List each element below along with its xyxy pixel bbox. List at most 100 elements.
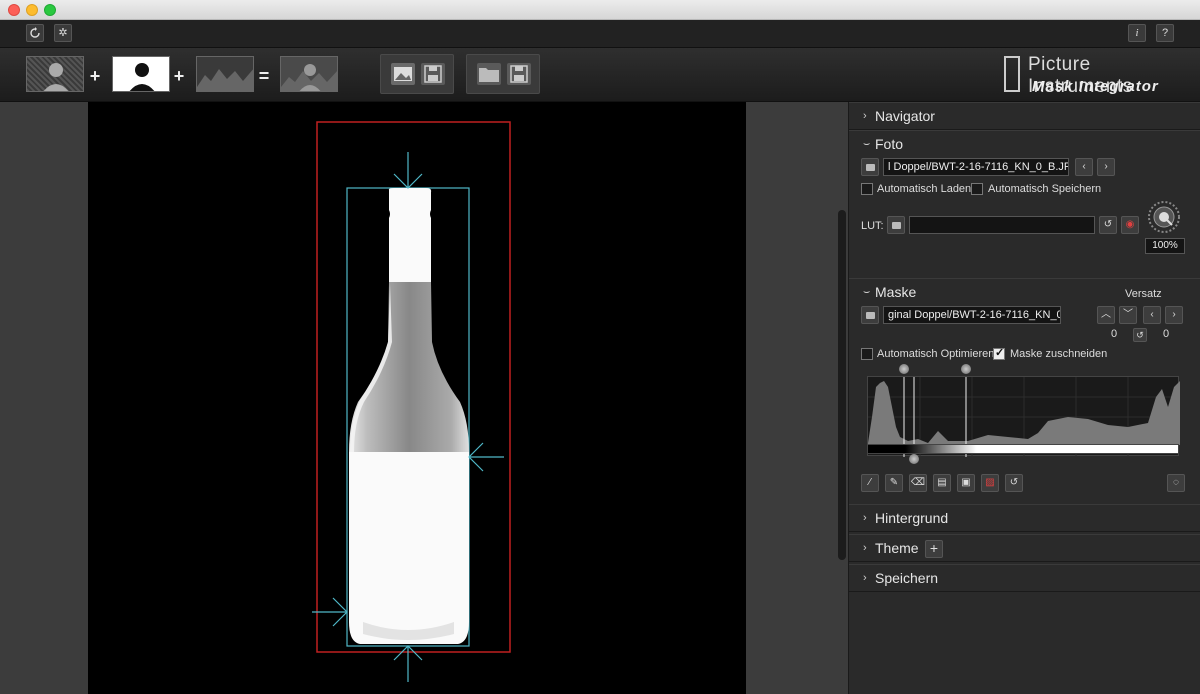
section-title: Hintergrund — [875, 510, 949, 526]
lut-open-button[interactable] — [887, 216, 905, 234]
chevron-right-icon: › — [1104, 161, 1108, 172]
section-foto[interactable]: ⌣ Foto — [849, 130, 1200, 158]
person-icon — [43, 63, 69, 91]
chevron-up-icon: ︿ — [1101, 309, 1111, 320]
eraser-tool-button[interactable]: ⌫ — [909, 474, 927, 492]
chevron-left-icon: ‹ — [1082, 161, 1086, 172]
mask-open-button[interactable] — [861, 306, 879, 324]
chevron-down-icon: ⌣ — [863, 138, 871, 150]
lut-visibility-button[interactable]: ◉ — [1121, 216, 1139, 234]
mask-input-thumbnail[interactable] — [112, 56, 170, 92]
reset-icon: ↺ — [1103, 219, 1113, 230]
lut-reset-button[interactable]: ↺ — [1099, 216, 1117, 234]
open-project-button[interactable] — [477, 63, 501, 85]
landscape-icon — [197, 69, 253, 91]
section-speichern[interactable]: › Speichern — [849, 564, 1200, 592]
undo-button[interactable]: ↺ — [1005, 474, 1023, 492]
crop-mask-checkbox[interactable] — [993, 346, 1005, 360]
export-image-group — [380, 54, 454, 94]
mask-level-gradient[interactable] — [867, 444, 1179, 454]
lut-strength-value[interactable]: 100% — [1145, 238, 1185, 254]
offset-left-button[interactable]: ‹ — [1143, 306, 1161, 324]
section-title: Theme — [875, 540, 919, 556]
mask-path-field[interactable]: ginal Doppel/BWT-2-16-7116_KN_0_M.JPG — [883, 306, 1061, 324]
foto-prev-button[interactable]: ‹ — [1075, 158, 1093, 176]
chevron-right-icon: › — [863, 512, 867, 524]
bottle-neck — [349, 282, 469, 452]
mask-overlay-button[interactable]: ◌ — [1167, 474, 1185, 492]
section-title: Navigator — [875, 108, 935, 124]
save-image-button[interactable] — [421, 63, 445, 85]
lut-label: LUT: — [861, 220, 884, 232]
histogram-handle-black[interactable] — [899, 364, 909, 374]
clear-mask-button[interactable]: ▨ — [981, 474, 999, 492]
section-navigator[interactable]: › Navigator — [849, 102, 1200, 130]
window-titlebar — [0, 0, 1200, 20]
lut-strength-knob[interactable] — [1147, 200, 1181, 234]
offset-reset-button[interactable]: ↺ — [1133, 328, 1147, 342]
offset-up-button[interactable]: ︿ — [1097, 306, 1115, 324]
person-silhouette-icon — [129, 63, 155, 91]
save-mask-button[interactable]: ▣ — [957, 474, 975, 492]
auto-save-checkbox[interactable] — [971, 183, 983, 195]
offset-right-button[interactable]: › — [1165, 306, 1183, 324]
chevron-right-icon: › — [863, 110, 867, 122]
reset-button[interactable] — [26, 24, 44, 42]
brush-tool-button[interactable]: ✎ — [885, 474, 903, 492]
info-button[interactable]: i — [1128, 24, 1146, 42]
histogram-handle-white[interactable] — [961, 364, 971, 374]
image-icon — [394, 67, 412, 81]
preview-canvas[interactable] — [88, 102, 746, 694]
section-hintergrund[interactable]: › Hintergrund — [849, 504, 1200, 532]
chevron-left-icon: ‹ — [1150, 309, 1154, 320]
floppy-icon: ▣ — [961, 477, 971, 488]
section-title: Maske — [875, 284, 917, 300]
bottle-body — [349, 452, 469, 644]
undo-icon: ↺ — [1009, 477, 1019, 488]
settings-button[interactable]: ✲ — [54, 24, 72, 42]
offset-horizontal-value: 0 — [1163, 328, 1170, 340]
reset-icon — [30, 27, 40, 38]
chevron-right-icon: › — [863, 542, 867, 554]
image-export-button[interactable] — [391, 63, 415, 85]
close-window-button[interactable] — [8, 4, 20, 16]
auto-load-checkbox[interactable] — [861, 183, 873, 195]
product-name: Mask Integrator — [1032, 78, 1159, 95]
foto-open-button[interactable] — [861, 158, 879, 176]
vertical-scrollbar[interactable] — [838, 210, 846, 560]
settings-panel: › Navigator ⌣ Foto l Doppel/BWT-2-16-711… — [848, 102, 1200, 694]
section-title: Foto — [875, 136, 904, 152]
top-utility-bar: ✲ i ? — [0, 20, 1200, 48]
chevron-right-icon: › — [1172, 309, 1176, 320]
foto-path-field[interactable]: l Doppel/BWT-2-16-7116_KN_0_B.JPG — [883, 158, 1069, 176]
zoom-window-button[interactable] — [44, 4, 56, 16]
minimize-window-button[interactable] — [26, 4, 38, 16]
eraser-icon: ⌫ — [910, 477, 926, 488]
help-button[interactable]: ? — [1156, 24, 1174, 42]
add-theme-button[interactable]: + — [925, 540, 943, 558]
auto-optimize-label: Automatisch Optimieren — [877, 348, 995, 360]
eye-icon: ◉ — [1125, 219, 1135, 230]
auto-optimize-checkbox[interactable] — [861, 348, 873, 360]
document-icon: ▤ — [937, 477, 947, 488]
auto-load-label: Automatisch Laden — [877, 183, 972, 195]
histogram-handle-bottom[interactable] — [909, 454, 919, 464]
brush-icon: ✎ — [889, 477, 899, 488]
section-title: Speichern — [875, 570, 939, 586]
preview-area — [0, 102, 848, 694]
composite-icon — [281, 64, 337, 91]
result-thumbnail[interactable] — [280, 56, 338, 92]
pipette-icon: ⁄ — [869, 477, 871, 488]
gear-icon: ✲ — [58, 27, 68, 39]
foto-next-button[interactable]: › — [1097, 158, 1115, 176]
offset-down-button[interactable]: ﹀ — [1119, 306, 1137, 324]
pipette-tool-button[interactable]: ⁄ — [861, 474, 879, 492]
chevron-down-icon: ﹀ — [1123, 309, 1133, 320]
lut-path-field[interactable] — [909, 216, 1095, 234]
clear-icon: ▨ — [985, 477, 995, 488]
save-project-button[interactable] — [507, 63, 531, 85]
section-theme[interactable]: › Theme + — [849, 534, 1200, 562]
load-mask-button[interactable]: ▤ — [933, 474, 951, 492]
photo-input-thumbnail[interactable] — [26, 56, 84, 92]
background-input-thumbnail[interactable] — [196, 56, 254, 92]
